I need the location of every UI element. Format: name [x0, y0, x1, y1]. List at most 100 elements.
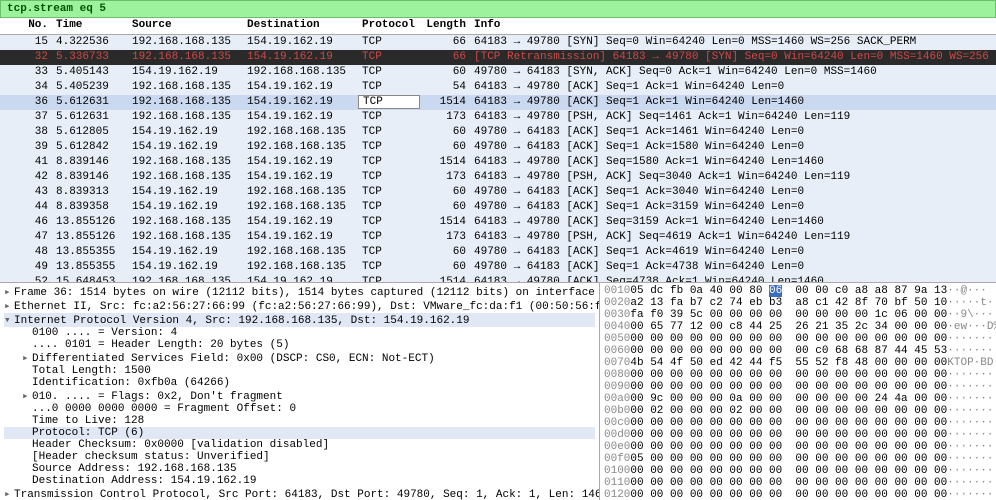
tree-toggle-icon[interactable]: ▸: [4, 285, 14, 299]
tree-toggle-icon[interactable]: ▸: [4, 299, 14, 313]
col-header-info[interactable]: Info: [470, 18, 996, 34]
detail-line[interactable]: Source Address: 192.168.168.135: [4, 463, 595, 475]
hex-row[interactable]: 008000 00 00 00 00 00 00 00 00 00 00 00 …: [604, 369, 992, 381]
cell-info: 49780 → 64183 [ACK] Seq=1 Ack=3159 Win=6…: [470, 200, 996, 215]
detail-line[interactable]: Protocol: TCP (6): [4, 427, 595, 439]
col-header-len[interactable]: Length: [420, 18, 470, 34]
cell-src: 154.19.162.19: [128, 185, 243, 200]
hex-row[interactable]: 00f005 00 00 00 00 00 00 00 00 00 00 00 …: [604, 453, 992, 465]
hex-row[interactable]: 00a000 9c 00 00 00 0a 00 00 00 00 00 00 …: [604, 393, 992, 405]
packet-row[interactable]: 4713.855126192.168.168.135154.19.162.19T…: [0, 230, 996, 245]
packet-list-header[interactable]: No. Time Source Destination Protocol Len…: [0, 18, 996, 35]
packet-row[interactable]: 335.405143154.19.162.19192.168.168.135TC…: [0, 65, 996, 80]
cell-len: 66: [420, 35, 470, 50]
hex-ascii: ········ ········: [947, 477, 996, 489]
detail-line[interactable]: ▸Ethernet II, Src: fc:a2:56:27:66:99 (fc…: [4, 299, 595, 313]
detail-line[interactable]: .... 0101 = Header Length: 20 bytes (5): [4, 339, 595, 351]
hex-row[interactable]: 012000 00 00 00 00 00 00 00 00 00 00 00 …: [604, 489, 992, 500]
hex-row[interactable]: 006000 00 00 00 00 00 00 00 00 c0 68 68 …: [604, 345, 992, 357]
packet-list-pane[interactable]: No. Time Source Destination Protocol Len…: [0, 18, 996, 283]
hex-row[interactable]: 00c000 00 00 00 00 00 00 00 00 00 00 00 …: [604, 417, 992, 429]
cell-proto: TCP: [358, 260, 420, 275]
packet-row[interactable]: 365.612631192.168.168.135154.19.162.19TC…: [0, 95, 996, 110]
hex-bytes: 00 00 00 00 00 00 00 00 00 c0 68 68 87 4…: [630, 345, 947, 357]
detail-line[interactable]: ▸010. .... = Flags: 0x2, Don't fragment: [4, 389, 595, 403]
cell-no: 15: [0, 35, 52, 50]
cell-time: 13.855126: [52, 230, 128, 245]
cell-info: 64183 → 49780 [ACK] Seq=1 Ack=1 Win=6424…: [470, 80, 996, 95]
cell-src: 192.168.168.135: [128, 95, 243, 110]
bottom-split: ▸Frame 36: 1514 bytes on wire (12112 bit…: [0, 283, 996, 500]
packet-row[interactable]: 395.612842154.19.162.19192.168.168.135TC…: [0, 140, 996, 155]
detail-line[interactable]: Time to Live: 128: [4, 415, 595, 427]
packet-row[interactable]: 438.839313154.19.162.19192.168.168.135TC…: [0, 185, 996, 200]
packet-row[interactable]: 418.839146192.168.168.135154.19.162.19TC…: [0, 155, 996, 170]
packet-row[interactable]: 375.612631192.168.168.135154.19.162.19TC…: [0, 110, 996, 125]
cell-len: 1514: [420, 95, 470, 110]
hex-offset: 00a0: [604, 393, 630, 405]
cell-len: 60: [420, 140, 470, 155]
tree-toggle-icon[interactable]: ▾: [4, 313, 14, 327]
packet-row[interactable]: 4913.855355154.19.162.19192.168.168.135T…: [0, 260, 996, 275]
hex-bytes: 00 00 00 00 00 00 00 00 00 00 00 00 00 0…: [630, 477, 947, 489]
packet-row[interactable]: 4613.855126192.168.168.135154.19.162.19T…: [0, 215, 996, 230]
packet-row[interactable]: 428.839146192.168.168.135154.19.162.19TC…: [0, 170, 996, 185]
packet-row[interactable]: 154.322536192.168.168.135154.19.162.19TC…: [0, 35, 996, 50]
detail-line[interactable]: ▸Differentiated Services Field: 0x00 (DS…: [4, 351, 595, 365]
packet-bytes-pane[interactable]: 001005 dc fb 0a 40 00 80 06 00 00 c0 a8 …: [600, 283, 996, 500]
cell-time: 8.839146: [52, 170, 128, 185]
col-header-dst[interactable]: Destination: [243, 18, 358, 34]
hex-row[interactable]: 005000 00 00 00 00 00 00 00 00 00 00 00 …: [604, 333, 992, 345]
hex-bytes: 4b 54 4f 50 ed 42 44 f5 55 52 f8 48 00 0…: [630, 357, 947, 369]
hex-offset: 0010: [604, 285, 630, 297]
detail-line[interactable]: ▸Transmission Control Protocol, Src Port…: [4, 487, 595, 500]
hex-offset: 00f0: [604, 453, 630, 465]
detail-line[interactable]: ▾Internet Protocol Version 4, Src: 192.1…: [4, 313, 595, 327]
hex-row[interactable]: 00704b 54 4f 50 ed 42 44 f5 55 52 f8 48 …: [604, 357, 992, 369]
detail-line[interactable]: Destination Address: 154.19.162.19: [4, 475, 595, 487]
hex-row[interactable]: 004000 65 77 12 00 c8 44 25 26 21 35 2c …: [604, 321, 992, 333]
cell-proto: TCP: [358, 65, 420, 80]
detail-line[interactable]: Identification: 0xfb0a (64266): [4, 377, 595, 389]
hex-row[interactable]: 00d000 00 00 00 00 00 00 00 00 00 00 00 …: [604, 429, 992, 441]
hex-row[interactable]: 00e000 00 00 00 00 00 00 00 00 00 00 00 …: [604, 441, 992, 453]
col-header-no[interactable]: No.: [0, 18, 52, 34]
packet-row[interactable]: 385.612805154.19.162.19192.168.168.135TC…: [0, 125, 996, 140]
col-header-src[interactable]: Source: [128, 18, 243, 34]
hex-row[interactable]: 010000 00 00 00 00 00 00 00 00 00 00 00 …: [604, 465, 992, 477]
hex-row[interactable]: 011000 00 00 00 00 00 00 00 00 00 00 00 …: [604, 477, 992, 489]
packet-row[interactable]: 448.839358154.19.162.19192.168.168.135TC…: [0, 200, 996, 215]
hex-ascii: ········ ········: [947, 441, 996, 453]
hex-offset: 0060: [604, 345, 630, 357]
hex-row[interactable]: 0020a2 13 fa b7 c2 74 eb b3 a8 c1 42 8f …: [604, 297, 992, 309]
packet-row[interactable]: 325.336733192.168.168.135154.19.162.19TC…: [0, 50, 996, 65]
packet-row[interactable]: 5215.648453192.168.168.135154.19.162.19T…: [0, 275, 996, 282]
cell-dst: 154.19.162.19: [243, 50, 358, 65]
col-header-time[interactable]: Time: [52, 18, 128, 34]
detail-line[interactable]: ...0 0000 0000 0000 = Fragment Offset: 0: [4, 403, 595, 415]
detail-line[interactable]: 0100 .... = Version: 4: [4, 327, 595, 339]
detail-line[interactable]: Total Length: 1500: [4, 365, 595, 377]
hex-row[interactable]: 0030fa f0 39 5c 00 00 00 00 00 00 00 00 …: [604, 309, 992, 321]
detail-line[interactable]: [Header checksum status: Unverified]: [4, 451, 595, 463]
display-filter-bar[interactable]: tcp.stream eq 5: [0, 0, 996, 18]
tree-toggle-icon[interactable]: ▸: [22, 389, 32, 403]
cell-dst: 154.19.162.19: [243, 80, 358, 95]
detail-text: Protocol: TCP (6): [32, 427, 144, 439]
col-header-proto[interactable]: Protocol: [358, 18, 420, 34]
tree-toggle-icon[interactable]: ▸: [4, 487, 14, 500]
hex-offset: 00d0: [604, 429, 630, 441]
detail-line[interactable]: Header Checksum: 0x0000 [validation disa…: [4, 439, 595, 451]
packet-row[interactable]: 4813.855355154.19.162.19192.168.168.135T…: [0, 245, 996, 260]
hex-row[interactable]: 001005 dc fb 0a 40 00 80 06 00 00 c0 a8 …: [604, 285, 992, 297]
tree-toggle-icon[interactable]: ▸: [22, 351, 32, 365]
packet-row[interactable]: 345.405239192.168.168.135154.19.162.19TC…: [0, 80, 996, 95]
packet-details-pane[interactable]: ▸Frame 36: 1514 bytes on wire (12112 bit…: [0, 283, 600, 500]
cell-proto: TCP: [358, 215, 420, 230]
cell-src: 154.19.162.19: [128, 260, 243, 275]
hex-row[interactable]: 009000 00 00 00 00 00 00 00 00 00 00 00 …: [604, 381, 992, 393]
detail-line[interactable]: ▸Frame 36: 1514 bytes on wire (12112 bit…: [4, 285, 595, 299]
hex-row[interactable]: 00b000 02 00 00 00 02 00 00 00 00 00 00 …: [604, 405, 992, 417]
packet-list-body[interactable]: 154.322536192.168.168.135154.19.162.19TC…: [0, 35, 996, 282]
detail-text: 010. .... = Flags: 0x2, Don't fragment: [32, 391, 283, 403]
